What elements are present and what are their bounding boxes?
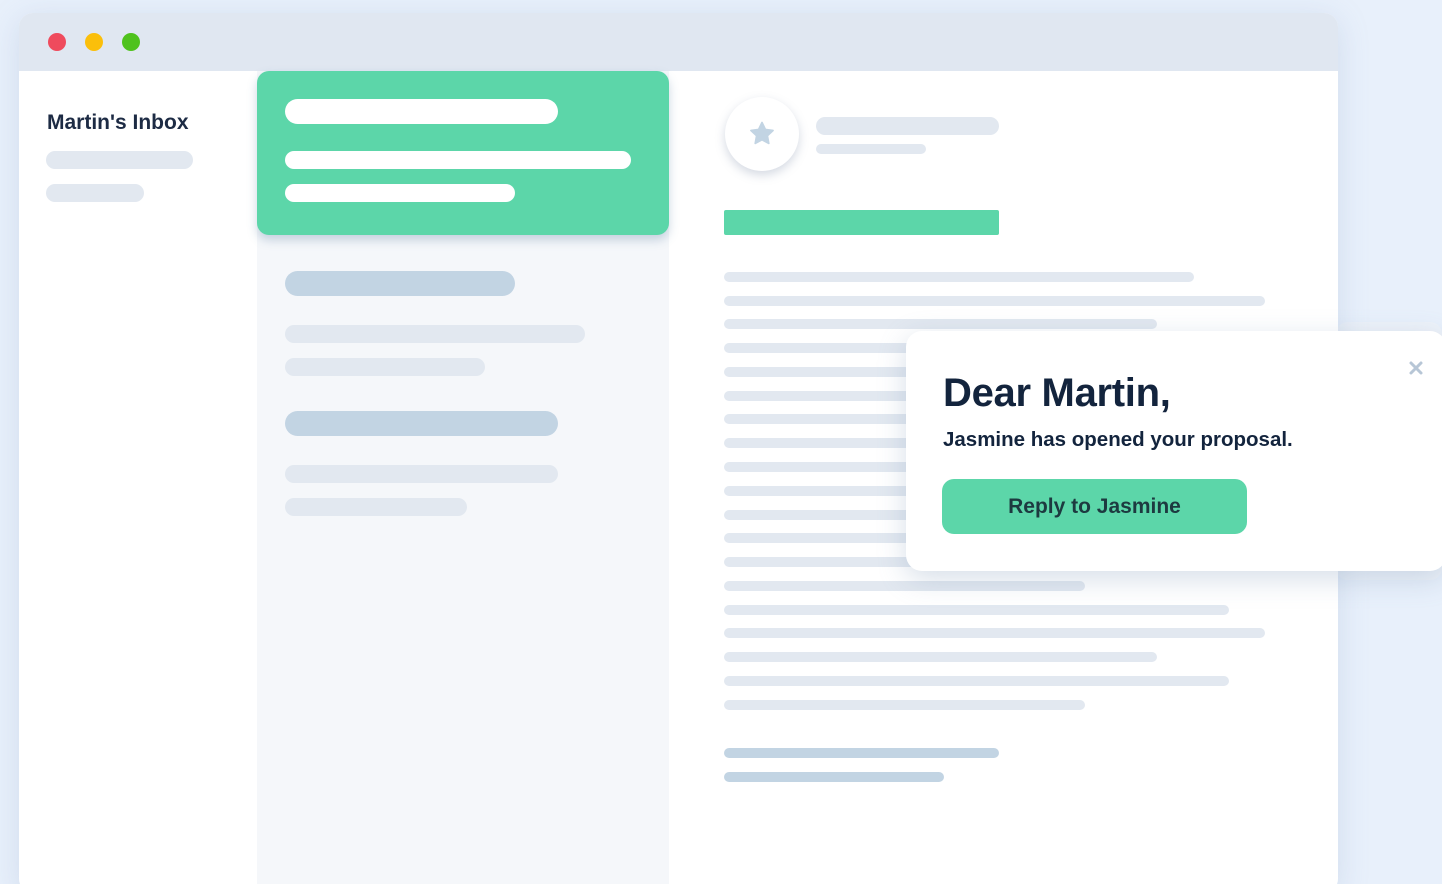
email-subject-highlight — [724, 210, 999, 235]
selected-message-item[interactable] — [257, 71, 669, 235]
window-titlebar — [19, 13, 1338, 71]
email-body-line — [724, 296, 1265, 306]
message-preview-placeholder — [285, 184, 515, 202]
notification-card: Dear Martin, Jasmine has opened your pro… — [906, 331, 1442, 571]
sidebar-folder-placeholder[interactable] — [46, 151, 193, 169]
signature-line — [724, 772, 944, 782]
message-preview-placeholder — [285, 465, 558, 483]
email-body-line — [724, 319, 1157, 329]
close-icon[interactable] — [1403, 355, 1429, 381]
sidebar-folder-placeholder[interactable] — [46, 184, 144, 202]
message-preview-placeholder — [285, 358, 485, 376]
close-window-button[interactable] — [48, 33, 66, 51]
minimize-window-button[interactable] — [85, 33, 103, 51]
message-preview-placeholder — [285, 151, 631, 169]
message-preview-placeholder — [285, 325, 585, 343]
email-body-line — [724, 581, 1085, 591]
message-subject-placeholder — [285, 411, 558, 436]
signature-line — [724, 748, 999, 758]
message-preview-placeholder — [285, 498, 467, 516]
notification-heading: Dear Martin, — [943, 371, 1171, 415]
email-body-line — [724, 605, 1229, 615]
star-button[interactable] — [725, 97, 799, 171]
sidebar: Martin's Inbox — [19, 71, 257, 884]
email-body-line — [724, 272, 1194, 282]
reply-button[interactable]: Reply to Jasmine — [942, 479, 1247, 534]
inbox-title: Martin's Inbox — [47, 111, 189, 134]
email-body-line — [724, 628, 1265, 638]
email-body-line — [724, 700, 1085, 710]
sender-email-placeholder — [816, 144, 926, 154]
email-body-line — [724, 652, 1157, 662]
star-icon — [750, 121, 774, 145]
message-subject-placeholder — [285, 99, 558, 124]
maximize-window-button[interactable] — [122, 33, 140, 51]
message-subject-placeholder — [285, 271, 515, 296]
email-body-line — [724, 676, 1229, 686]
sender-name-placeholder — [816, 117, 999, 135]
notification-message: Jasmine has opened your proposal. — [943, 428, 1293, 451]
